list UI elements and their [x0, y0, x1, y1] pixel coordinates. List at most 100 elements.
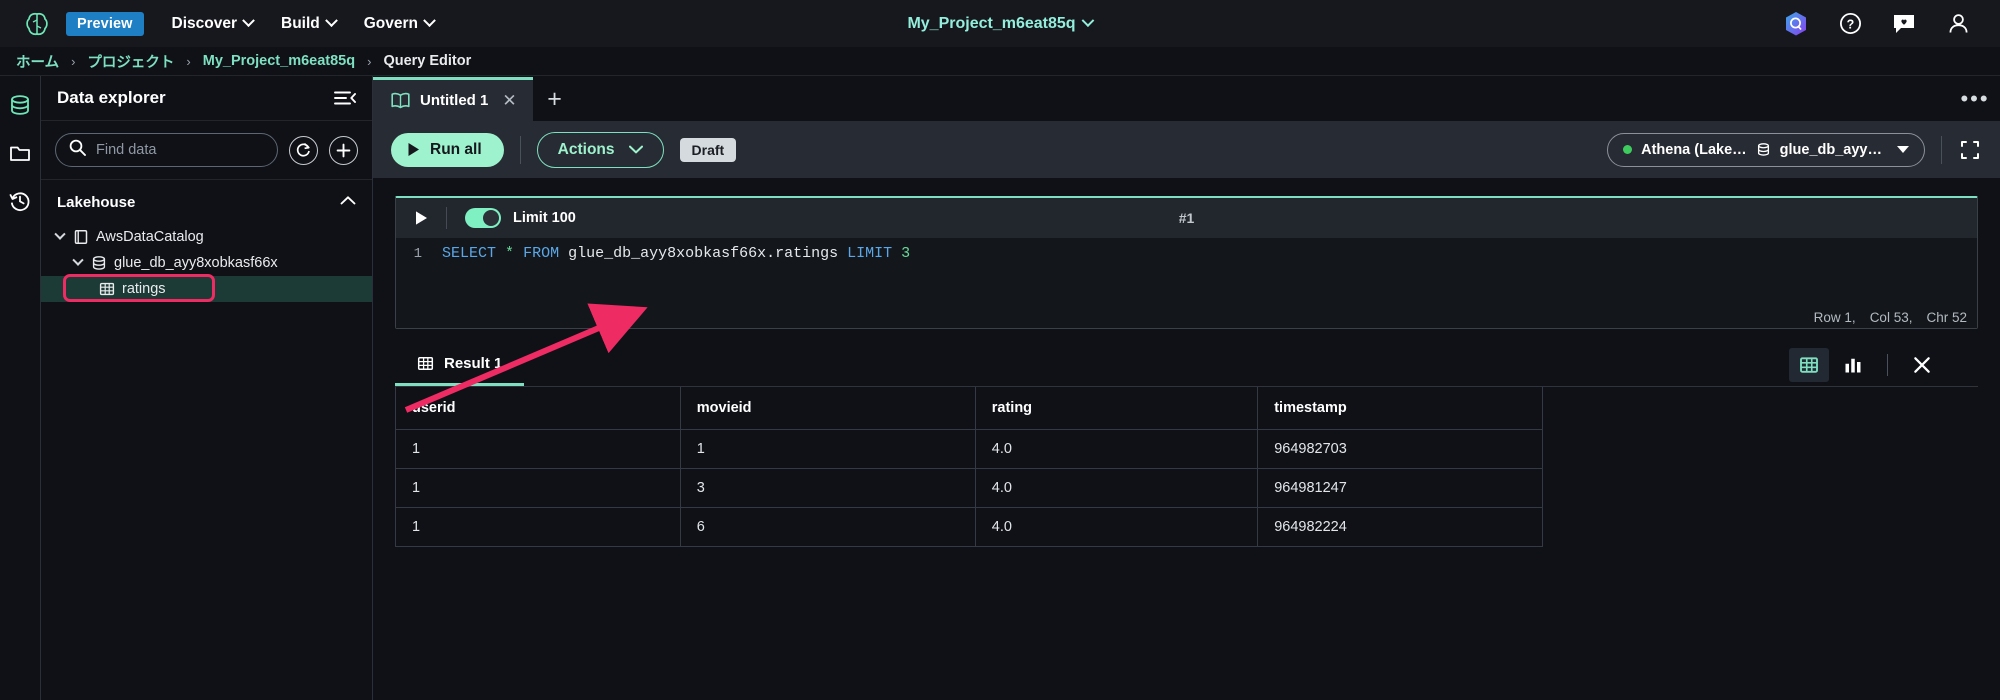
limit-toggle-group: Limit 100	[447, 208, 576, 228]
query-editor-main: Untitled 1 ✕ + ••• Run all Actions Draft…	[373, 76, 2000, 700]
connection-selector[interactable]: Athena (Lake… glue_db_ayy…	[1607, 132, 1925, 167]
chevron-down-icon[interactable]	[53, 228, 66, 241]
project-title-label: My_Project_m6eat85q	[907, 14, 1076, 32]
table-row: 1 3 4.0 964981247	[395, 468, 1543, 508]
limit-toggle[interactable]	[465, 208, 501, 228]
cell-movieid: 3	[680, 468, 976, 508]
main-body: Data explorer Find data Lakehouse AwsDat…	[0, 76, 2000, 700]
tab-label: Untitled 1	[420, 92, 489, 109]
search-input[interactable]	[96, 142, 264, 158]
chevron-down-icon	[423, 14, 436, 28]
sql-token-limit: LIMIT	[847, 245, 893, 262]
tree-node-label: ratings	[122, 281, 166, 297]
chevron-down-icon[interactable]	[71, 254, 84, 267]
tree-node-glue-db[interactable]: glue_db_ayy8xobkasf66x	[41, 250, 372, 276]
nav-build[interactable]: Build	[281, 14, 338, 33]
connection-database-label: glue_db_ayy…	[1779, 141, 1882, 158]
column-header-userid[interactable]: userid	[395, 387, 681, 430]
chevron-down-icon	[1081, 14, 1095, 28]
tabstrip-spacer	[577, 77, 1950, 121]
close-results-icon[interactable]	[1902, 348, 1942, 382]
code-editor[interactable]: 1 SELECT * FROM glue_db_ayy8xobkasf66x.r…	[396, 238, 1977, 328]
run-all-button[interactable]: Run all	[391, 132, 504, 167]
nav-govern-label: Govern	[363, 14, 419, 32]
line-number: 1	[413, 245, 422, 262]
sql-space	[892, 245, 901, 262]
notebook-icon	[391, 92, 410, 109]
more-horizontal-icon[interactable]: •••	[1950, 77, 2000, 121]
chart-view-icon[interactable]	[1833, 348, 1873, 382]
results-divider	[1887, 353, 1888, 376]
actions-button[interactable]: Actions	[536, 131, 664, 168]
breadcrumb-item-projects[interactable]: プロジェクト	[87, 51, 174, 72]
search-icon	[69, 139, 86, 161]
lakehouse-section-header[interactable]: Lakehouse	[41, 182, 372, 222]
add-data-icon[interactable]	[329, 135, 358, 165]
sql-cell: Limit 100 #1 1 SELECT * FROM glue_db_ayy…	[395, 196, 1978, 329]
tab-result-1[interactable]: Result 1	[395, 343, 525, 386]
sql-token-table: glue_db_ayy8xobkasf66x.ratings	[559, 245, 848, 262]
top-right-actions: ?	[1784, 11, 1978, 36]
status-badge: Draft	[679, 137, 737, 162]
nav-govern[interactable]: Govern	[363, 14, 436, 33]
brain-logo-icon[interactable]	[22, 9, 52, 39]
cell-timestamp: 964981247	[1257, 468, 1543, 508]
cell-userid: 1	[395, 468, 681, 508]
breadcrumb-item-project[interactable]: My_Project_m6eat85q	[203, 53, 355, 69]
cell-run-button[interactable]	[396, 210, 446, 226]
project-selector[interactable]: My_Project_m6eat85q	[907, 14, 1095, 33]
sidebar-search-row	[41, 121, 372, 180]
breadcrumb-item-home[interactable]: ホーム	[16, 51, 59, 72]
column-header-timestamp[interactable]: timestamp	[1257, 387, 1543, 430]
sql-token-star: *	[505, 245, 515, 262]
connection-status-dot	[1623, 145, 1633, 154]
sql-token-number: 3	[901, 245, 911, 262]
chevron-down-icon	[242, 14, 255, 28]
refresh-icon[interactable]	[289, 135, 318, 165]
sql-token-from: FROM	[523, 245, 560, 262]
notebook-tab-strip: Untitled 1 ✕ + •••	[373, 76, 2000, 121]
status-row: Row 1,	[1813, 309, 1856, 325]
cell-timestamp: 964982703	[1257, 429, 1543, 469]
svg-text:?: ?	[1846, 18, 1854, 32]
add-tab-button[interactable]: +	[533, 77, 577, 121]
rail-item-history[interactable]	[7, 188, 33, 214]
status-col: Col 53,	[1869, 309, 1913, 325]
table-header-row: userid movieid rating timestamp	[395, 387, 1543, 430]
connection-engine-label: Athena (Lake…	[1641, 141, 1747, 158]
help-circle-icon[interactable]: ?	[1838, 12, 1862, 36]
nav-discover[interactable]: Discover	[172, 14, 255, 33]
sidebar-title: Data explorer	[57, 88, 166, 107]
table-row: 1 6 4.0 964982224	[395, 507, 1543, 547]
left-icon-rail	[0, 76, 41, 700]
search-input-wrapper[interactable]	[55, 133, 278, 167]
cell-number: #1	[1178, 210, 1195, 226]
user-profile-icon[interactable]	[1946, 12, 1970, 36]
close-icon[interactable]: ✕	[502, 91, 516, 111]
table-icon	[99, 281, 115, 297]
actions-label: Actions	[557, 140, 615, 158]
table-row: 1 1 4.0 964982703	[395, 429, 1543, 469]
table-view-icon[interactable]	[1789, 347, 1829, 382]
compress-icon[interactable]	[1958, 138, 1982, 162]
column-header-rating[interactable]: rating	[975, 387, 1259, 430]
editor-area: Limit 100 #1 1 SELECT * FROM glue_db_ayy…	[373, 178, 2000, 700]
sidebar-header: Data explorer	[41, 76, 372, 121]
sql-code[interactable]: SELECT * FROM glue_db_ayy8xobkasf66x.rat…	[442, 245, 910, 262]
tree-node-awsdatacatalog[interactable]: AwsDataCatalog	[41, 224, 372, 250]
results-view-actions	[1789, 347, 1978, 382]
chevron-up-icon[interactable]	[340, 193, 356, 211]
breadcrumb-separator: ›	[71, 53, 76, 69]
preview-badge[interactable]: Preview	[66, 11, 144, 36]
rail-item-data[interactable]	[7, 92, 33, 118]
amazon-q-icon[interactable]	[1784, 11, 1808, 36]
feedback-icon[interactable]	[1892, 12, 1916, 36]
column-header-movieid[interactable]: movieid	[680, 387, 976, 430]
results-panel: Result 1 userid movieid rating timestamp…	[395, 343, 1978, 547]
tab-untitled-1[interactable]: Untitled 1 ✕	[373, 77, 533, 121]
collapse-panel-icon[interactable]	[334, 87, 356, 109]
cell-userid: 1	[395, 507, 681, 547]
rail-item-folder[interactable]	[7, 140, 33, 166]
cell-rating: 4.0	[975, 468, 1259, 508]
tree-node-ratings[interactable]: ratings	[41, 274, 372, 302]
